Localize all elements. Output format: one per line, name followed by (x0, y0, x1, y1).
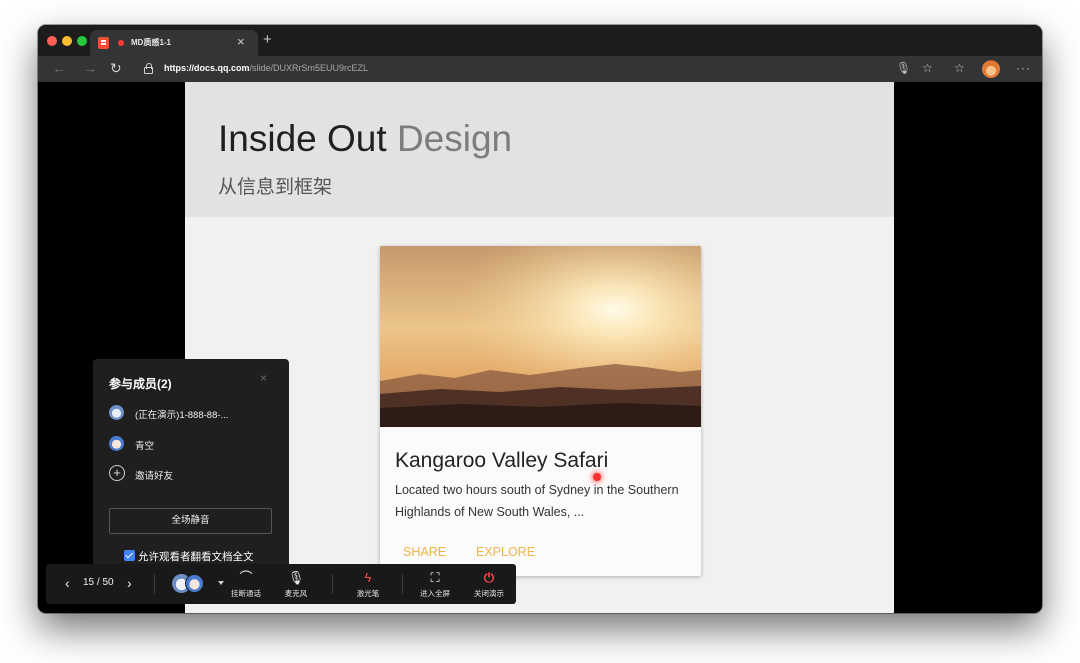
member-avatar (109, 436, 124, 451)
slide-title-light: Design (396, 118, 513, 159)
plus-circle-icon: + (109, 465, 125, 481)
profile-avatar[interactable] (982, 60, 1000, 78)
laser-pointer-button[interactable]: ϟ 激光笔 (348, 570, 388, 602)
url-host: https://docs.qq.com (164, 63, 250, 73)
lightning-icon: ϟ (364, 570, 372, 585)
slide: Inside Out Design 从信息到框架 Kangaroo Valley… (185, 82, 894, 613)
close-panel-icon[interactable]: × (260, 371, 267, 385)
browser-tab[interactable]: MD质感1-1 × (90, 30, 258, 56)
member-name: 青空 (135, 441, 155, 452)
maximize-window-button[interactable] (77, 36, 87, 46)
laser-pointer-label: 激光笔 (356, 589, 380, 598)
participant-avatar (185, 574, 204, 593)
divider (402, 574, 403, 594)
forward-arrow-icon[interactable]: → (83, 60, 97, 77)
microphone-label: 麦克风 (284, 589, 308, 598)
new-tab-button[interactable]: + (263, 31, 272, 49)
divider (154, 574, 155, 594)
address-bar[interactable]: https://docs.qq.com/slide/DUXRrSm5EUU9rc… (164, 63, 368, 73)
allow-browse-label: 允许观看者翻看文档全文 (138, 551, 254, 563)
address-toolbar: ← → ↻ https://docs.qq.com/slide/DUXRrSm5… (38, 56, 1042, 82)
slide-header: Inside Out Design 从信息到框架 (185, 82, 894, 217)
safari-card: Kangaroo Valley Safari Located two hours… (380, 246, 701, 576)
slide-subtitle: 从信息到框架 (218, 177, 333, 198)
favorites-icon[interactable]: ☆ (954, 61, 965, 76)
back-arrow-icon[interactable]: ← (52, 60, 66, 77)
page-indicator: 15 / 50 (83, 577, 114, 588)
url-path: /slide/DUXRrSm5EUU9rcEZL (249, 63, 369, 73)
phone-hangup-icon: ⌒ (239, 570, 253, 585)
presentation-control-bar: ‹ 15 / 50 › ⌒ 挂断通话 🎙 麦克风 ϟ 激光笔 ⛶ 进入全屏 ⏻ … (46, 564, 516, 604)
close-window-button[interactable] (47, 36, 57, 46)
mute-all-button[interactable]: 全场静音 (109, 508, 272, 534)
share-button[interactable]: SHARE (403, 545, 446, 559)
laser-pointer-icon (593, 473, 601, 481)
caret-down-icon[interactable] (218, 581, 224, 585)
presentation-viewport: Inside Out Design 从信息到框架 Kangaroo Valley… (38, 82, 1042, 613)
minimize-window-button[interactable] (62, 36, 72, 46)
previous-page-icon[interactable]: ‹ (65, 575, 70, 591)
next-page-icon[interactable]: › (127, 575, 132, 591)
hang-up-button[interactable]: ⌒ 挂断通话 (226, 570, 266, 602)
slide-title: Inside Out Design (218, 118, 512, 160)
browser-window: MD质感1-1 × + ← → ↻ https://docs.qq.com/sl… (38, 25, 1042, 613)
close-presentation-label: 关闭演示 (474, 589, 504, 598)
close-presentation-button[interactable]: ⏻ 关闭演示 (469, 570, 509, 602)
fullscreen-button[interactable]: ⛶ 进入全屏 (415, 570, 455, 602)
member-name: (正在演示)1-888-88-... (135, 410, 229, 421)
close-tab-icon[interactable]: × (237, 34, 245, 49)
participants-button[interactable] (172, 574, 206, 594)
lock-icon[interactable] (144, 63, 153, 74)
explore-button[interactable]: EXPLORE (476, 545, 535, 559)
microphone-icon[interactable]: 🎙 (896, 61, 911, 76)
more-icon[interactable]: ··· (1016, 61, 1031, 76)
reload-icon[interactable]: ↻ (110, 60, 122, 77)
card-title: Kangaroo Valley Safari (395, 449, 609, 472)
microphone-button[interactable]: 🎙 麦克风 (276, 570, 316, 602)
checkbox-checked-icon[interactable] (124, 550, 135, 561)
member-avatar (109, 405, 124, 420)
microphone-icon: 🎙 (287, 570, 305, 585)
fullscreen-icon: ⛶ (430, 570, 440, 585)
invite-label: 邀请好友 (135, 471, 174, 482)
tab-title: MD质感1-1 (131, 38, 172, 47)
members-panel: 参与成员(2) × (正在演示)1-888-88-... 青空 + 邀请好友 全… (93, 359, 289, 584)
recording-dot-icon (118, 40, 124, 46)
slides-favicon-icon (98, 37, 109, 49)
divider (332, 574, 333, 594)
star-icon[interactable]: ☆ (922, 61, 933, 76)
power-icon: ⏻ (483, 570, 495, 585)
sunset-landscape-image (380, 246, 701, 427)
hang-up-label: 挂断通话 (231, 589, 261, 598)
slide-title-dark: Inside Out (218, 118, 387, 159)
card-description: Located two hours south of Sydney in the… (395, 483, 679, 519)
fullscreen-label: 进入全屏 (420, 589, 450, 598)
members-title: 参与成员(2) (109, 377, 172, 391)
tab-bar: MD质感1-1 × + (38, 25, 1042, 56)
